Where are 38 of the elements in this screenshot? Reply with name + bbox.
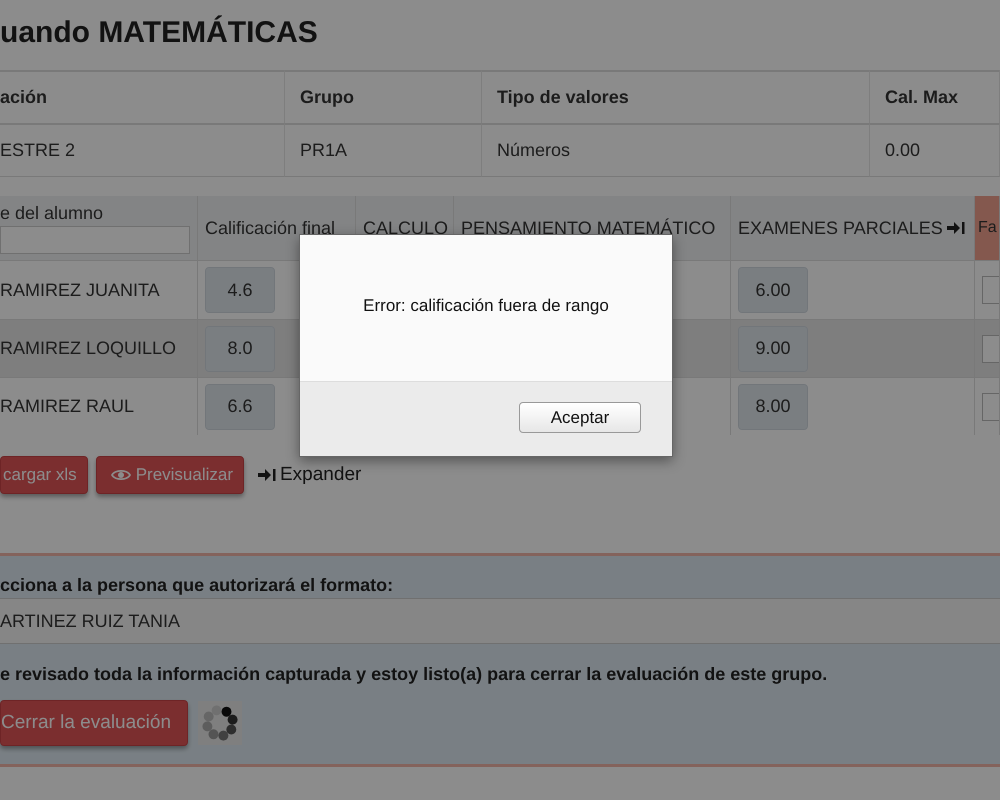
accept-button[interactable]: Aceptar — [519, 402, 641, 433]
grade-field: 4.6 — [205, 267, 275, 313]
input-field[interactable] — [982, 334, 999, 362]
grade-field[interactable]: 8.00 — [738, 384, 808, 430]
input-field[interactable] — [982, 276, 999, 304]
grade-field[interactable]: 6.00 — [738, 267, 808, 313]
confirmation-text: e revisado toda la información capturada y estoy listo(a) para cerrar la evaluación de este grupo. — [0, 664, 828, 685]
student-name: RAMIREZ JUANITA — [0, 260, 198, 319]
input-field[interactable] — [982, 392, 999, 420]
loading-spinner-icon — [198, 701, 242, 745]
table-cell: ESTRE 2 — [0, 123, 285, 177]
eye-icon — [110, 468, 131, 482]
grade-field: 8.0 — [205, 326, 275, 372]
arrow-to-bar-icon — [946, 221, 965, 235]
column-header: e del alumno — [0, 202, 104, 224]
column-header: Cal. Max — [870, 70, 1000, 123]
column-header: EXAMENES PARCIALES — [731, 196, 975, 260]
table-cell: Números — [482, 123, 870, 177]
page-title: uando MATEMÁTICAS — [0, 14, 319, 51]
expand-link[interactable]: Expander — [258, 464, 362, 486]
grade-field: 6.6 — [205, 384, 275, 430]
grade-field[interactable]: 9.00 — [738, 326, 808, 372]
student-name: RAMIREZ RAUL — [0, 377, 198, 435]
student-name: RAMIREZ LOQUILLO — [0, 319, 198, 377]
dialog-message: Error: calificación fuera de rango — [363, 296, 609, 316]
field-label: cciona a la persona que autorizará el formato: — [0, 575, 394, 596]
preview-button[interactable]: Previsualizar — [96, 456, 244, 494]
close-evaluation-button[interactable]: Cerrar la evaluación — [0, 700, 188, 746]
column-header: Grupo — [285, 70, 482, 123]
column-header: ación — [0, 70, 285, 123]
filter-field[interactable] — [0, 226, 190, 254]
column-header: Fa — [975, 196, 1000, 260]
arrow-to-bar-icon — [258, 468, 276, 482]
column-header: Tipo de valores — [482, 70, 870, 123]
download-button[interactable]: cargar xls — [0, 456, 88, 494]
table-cell: 0.00 — [870, 123, 1000, 177]
select-field[interactable]: ARTINEZ RUIZ TANIA — [0, 598, 1000, 644]
table-cell: PR1A — [285, 123, 482, 177]
